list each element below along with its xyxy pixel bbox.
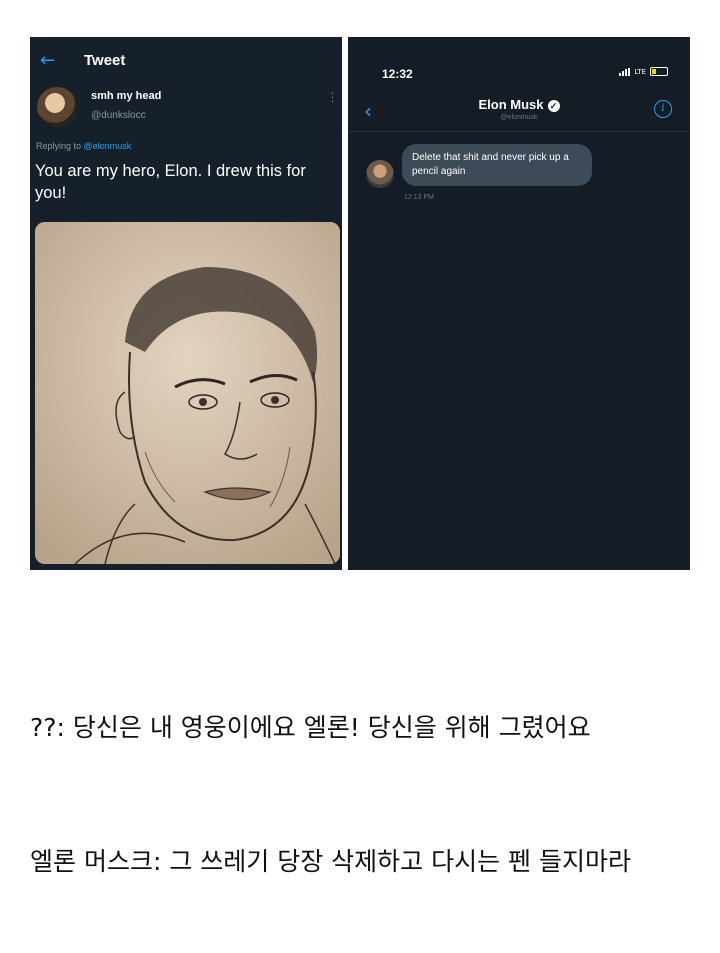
- replying-to: Replying to @elonmusk: [36, 141, 131, 151]
- battery-icon: [650, 67, 668, 76]
- arrow-left-icon[interactable]: ←: [40, 50, 66, 71]
- dm-screen: 12:32 LTE ‹ Elon Musk ✓ @elonmusk i Delet…: [348, 37, 690, 570]
- user-name[interactable]: smh my head: [91, 90, 161, 102]
- status-time: 12:32: [382, 67, 413, 81]
- sketch-drawing: [35, 222, 340, 564]
- tweet-author[interactable]: smh my head @dunkslocc: [37, 87, 161, 127]
- network-label: LTE: [634, 67, 646, 76]
- verified-badge-icon: ✓: [547, 99, 560, 112]
- conversation-header[interactable]: Elon Musk ✓: [348, 97, 690, 112]
- message-timestamp: 12:13 PM: [404, 194, 434, 201]
- screenshot-collage: ← Tweet smh my head @dunkslocc · · · Reply…: [30, 37, 690, 570]
- header-divider: [348, 131, 690, 132]
- avatar[interactable]: [37, 87, 77, 127]
- more-options-icon[interactable]: · · ·: [331, 90, 334, 108]
- avatar[interactable]: [366, 160, 394, 188]
- replying-mention-link[interactable]: @elonmusk: [84, 141, 132, 151]
- tweet-screen: ← Tweet smh my head @dunkslocc · · · Reply…: [30, 37, 342, 570]
- tweet-header-title: Tweet: [84, 51, 126, 69]
- contact-name: Elon Musk: [478, 97, 544, 112]
- tweet-topbar: ← Tweet: [30, 37, 342, 83]
- status-icons: LTE: [619, 67, 668, 76]
- caption-line-2: 엘론 머스크: 그 쓰레기 당장 삭제하고 다시는 펜 들지마라: [30, 847, 631, 876]
- message-bubble[interactable]: Delete that shit and never pick up a pen…: [402, 144, 592, 186]
- contact-handle: @elonmusk: [500, 114, 538, 121]
- caption-line-1: ??: 당신은 내 영웅이에요 엘론! 당신을 위해 그렸어요: [30, 713, 591, 742]
- pencil-sketch-image[interactable]: [35, 222, 340, 564]
- tweet-text: You are my hero, Elon. I drew this for y…: [35, 162, 306, 202]
- signal-icon: [619, 67, 631, 76]
- user-handle: @dunkslocc: [91, 110, 146, 121]
- info-icon[interactable]: i: [654, 100, 672, 118]
- replying-prefix: Replying to: [36, 141, 82, 151]
